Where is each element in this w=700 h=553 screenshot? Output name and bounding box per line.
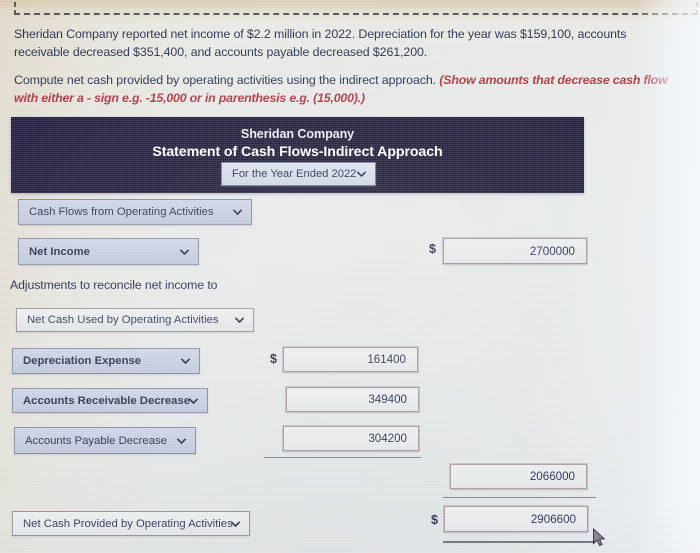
question-paragraph-1: Sheridan Company reported net income of … — [14, 27, 627, 59]
total-rule — [443, 541, 595, 543]
net-income-amount-input[interactable]: 2700000 — [442, 237, 588, 265]
accounts-payable-select[interactable]: Accounts Payable Decrease — [14, 427, 196, 454]
chevron-down-icon — [180, 356, 191, 367]
net-cash-provided-amount-input[interactable]: 2906600 — [443, 505, 589, 533]
chevron-down-icon — [230, 518, 241, 529]
dashed-selection-box — [14, 2, 698, 15]
adjustments-label: Adjustments to reconcile net income to — [10, 278, 218, 292]
subtotal-rule — [443, 497, 596, 499]
depreciation-amount-input[interactable]: 161400 — [282, 346, 419, 373]
chevron-down-icon — [234, 315, 245, 326]
period-select-label: For the Year Ended 2022 — [232, 168, 357, 180]
depreciation-currency-symbol: $ — [270, 352, 278, 366]
screenshot-page: Sheridan Company reported net income of … — [0, 0, 700, 553]
net-income-select[interactable]: Net Income — [18, 238, 199, 265]
chevron-down-icon — [356, 169, 367, 180]
section-header-select[interactable]: Cash Flows from Operating Activities — [18, 199, 252, 225]
net-cash-provided-select-label: Net Cash Provided by Operating Activitie… — [23, 517, 233, 530]
accounts-receivable-select-label: Accounts Receivable Decrease — [23, 394, 191, 407]
chevron-down-icon — [176, 435, 187, 446]
chevron-down-icon — [179, 246, 190, 257]
adjustments-subheader-select-label: Net Cash Used by Operating Activities — [27, 314, 219, 326]
period-select[interactable]: For the Year Ended 2022 — [221, 162, 376, 186]
column-subtotal-rule — [264, 457, 421, 459]
net-income-select-label: Net Income — [29, 245, 90, 258]
accounts-receivable-select[interactable]: Accounts Receivable Decrease — [12, 388, 208, 413]
chevron-down-icon — [232, 207, 243, 218]
mouse-pointer-icon — [592, 527, 606, 548]
section-header-select-label: Cash Flows from Operating Activities — [29, 206, 214, 218]
adjustments-subtotal-input[interactable]: 2066000 — [449, 463, 588, 490]
question-paragraph-2: Compute net cash provided by operating a… — [14, 72, 674, 107]
depreciation-select-label: Depreciation Expense — [23, 355, 142, 367]
adjustments-subheader-select[interactable]: Net Cash Used by Operating Activities — [16, 308, 254, 332]
net-income-currency-symbol: $ — [429, 242, 437, 256]
question-instruction-text: Compute net cash provided by operating a… — [14, 73, 436, 87]
total-currency-symbol: $ — [431, 513, 439, 527]
accounts-payable-select-label: Accounts Payable Decrease — [25, 434, 167, 447]
accounts-receivable-amount-input[interactable]: 349400 — [285, 386, 420, 413]
net-cash-provided-select[interactable]: Net Cash Provided by Operating Activitie… — [12, 511, 250, 536]
depreciation-select[interactable]: Depreciation Expense — [12, 348, 200, 374]
chevron-down-icon — [188, 395, 199, 406]
accounts-payable-amount-input[interactable]: 304200 — [282, 425, 420, 452]
statement-company-name: Sheridan Company — [240, 127, 355, 141]
statement-title: Statement of Cash Flows-Indirect Approac… — [152, 144, 443, 160]
